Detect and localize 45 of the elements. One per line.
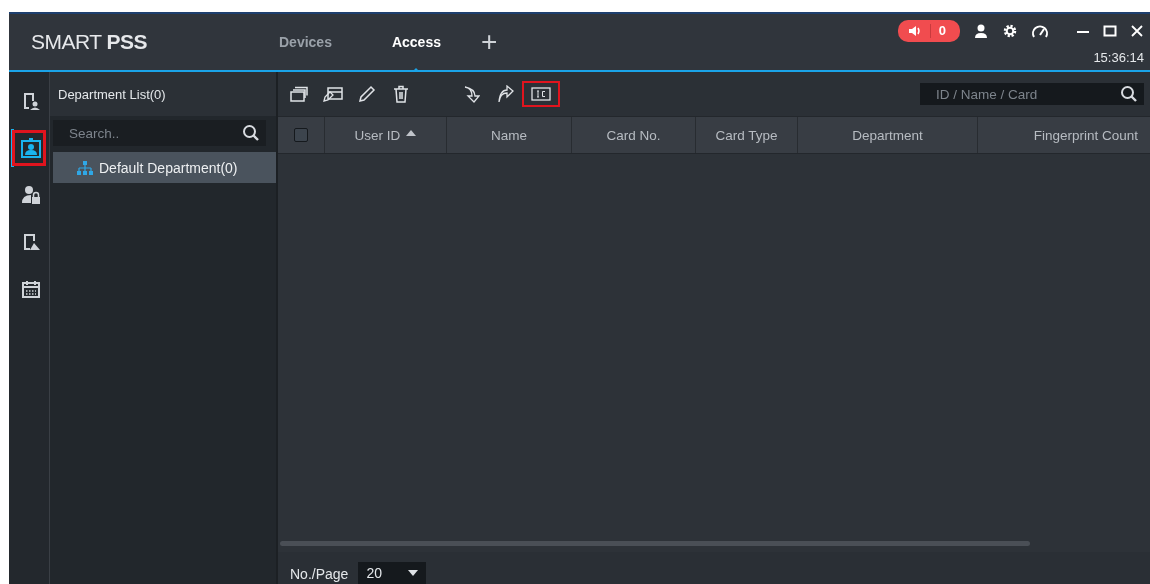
search-field[interactable]: Search.. bbox=[53, 120, 266, 146]
tab[interactable]: Access bbox=[361, 14, 471, 70]
add-tab-button[interactable]: + bbox=[471, 28, 508, 56]
search-icon[interactable] bbox=[1120, 85, 1138, 103]
scrollbar[interactable] bbox=[280, 541, 1030, 546]
panel-title: Department List(0) bbox=[50, 72, 276, 116]
gauge-icon[interactable] bbox=[1031, 22, 1049, 39]
speaker-icon bbox=[907, 23, 922, 38]
pencil-icon bbox=[358, 85, 376, 103]
tree-item-label: Default Department(0) bbox=[99, 159, 238, 176]
hierarchy-icon bbox=[77, 160, 93, 175]
id-card-icon bbox=[19, 137, 42, 159]
nav-button[interactable] bbox=[11, 129, 47, 167]
dropdown-caret-icon bbox=[408, 570, 419, 576]
search-icon[interactable] bbox=[242, 124, 260, 142]
card-pen-icon bbox=[323, 86, 343, 102]
clock: 15:36:14 bbox=[1093, 49, 1144, 65]
search-field[interactable]: ID / Name / Card bbox=[920, 83, 1144, 105]
ic-card-button[interactable] bbox=[524, 83, 558, 105]
column-header[interactable]: User ID bbox=[325, 117, 447, 153]
column-header[interactable]: Department bbox=[798, 117, 978, 153]
column-header[interactable]: Card Type bbox=[696, 117, 798, 153]
app-logo: SMART PSS bbox=[30, 30, 149, 54]
ic-card-icon bbox=[531, 87, 551, 101]
page-size-label: No./Page bbox=[290, 566, 349, 584]
calendar-icon bbox=[20, 279, 41, 299]
column-header[interactable]: Card No. bbox=[572, 117, 696, 153]
stacked-cards-icon bbox=[290, 86, 308, 102]
column-header[interactable]: Fingerprint Count bbox=[978, 117, 1150, 153]
arrow-up-icon bbox=[496, 85, 514, 103]
checkbox[interactable] bbox=[294, 128, 308, 142]
page-size-dropdown[interactable]: 20 bbox=[358, 562, 427, 584]
trash-icon bbox=[393, 85, 409, 103]
close-icon[interactable] bbox=[1130, 23, 1144, 38]
settings-icon[interactable] bbox=[1002, 22, 1018, 39]
tab[interactable]: Devices bbox=[249, 14, 362, 70]
person-lock-icon bbox=[20, 185, 41, 205]
alarm-count: 0 bbox=[938, 23, 946, 38]
column-header[interactable]: Name bbox=[447, 117, 572, 153]
maximize-icon[interactable] bbox=[1103, 23, 1117, 38]
tree-item[interactable]: Default Department(0) bbox=[53, 152, 276, 183]
arrow-down-icon bbox=[462, 85, 480, 103]
alarm-button[interactable]: 0 bbox=[897, 19, 960, 42]
sort-ascending-icon bbox=[406, 130, 417, 136]
user-icon[interactable] bbox=[973, 22, 989, 39]
